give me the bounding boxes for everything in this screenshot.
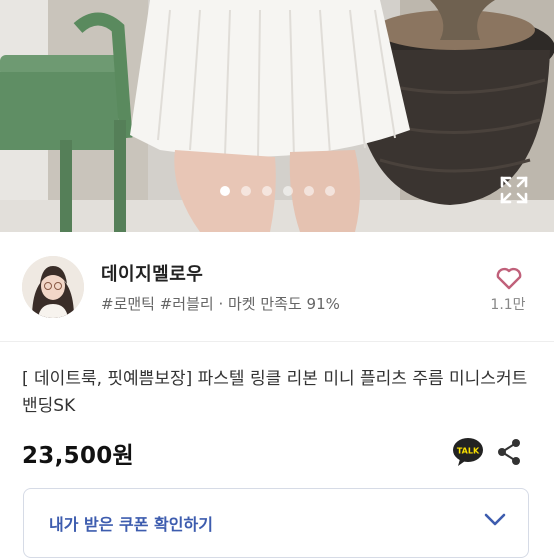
product-image-carousel[interactable] — [0, 0, 554, 232]
divider — [0, 341, 554, 342]
shop-name[interactable]: 데이지멜로우 — [101, 260, 203, 286]
expand-icon[interactable] — [497, 173, 531, 207]
carousel-dot[interactable] — [262, 186, 272, 196]
coupon-check-button[interactable]: 내가 받은 쿠폰 확인하기 — [23, 488, 529, 558]
like-count: 1.1만 — [490, 297, 526, 313]
talk-label: TALK — [457, 447, 480, 456]
shop-avatar[interactable] — [22, 256, 84, 318]
share-icon[interactable] — [496, 438, 522, 466]
product-photo — [0, 0, 554, 232]
kakao-talk-button[interactable]: TALK — [452, 437, 484, 467]
coupon-label: 내가 받은 쿠폰 확인하기 — [49, 515, 213, 534]
shop-tags: #로맨틱 #러블리 · 마켓 만족도 91% — [101, 295, 340, 313]
product-price: 23,500원 — [22, 443, 135, 469]
carousel-dot[interactable] — [325, 186, 335, 196]
chevron-down-icon — [484, 513, 506, 526]
carousel-dot[interactable] — [283, 186, 293, 196]
avatar-image — [22, 256, 84, 318]
carousel-dot[interactable] — [304, 186, 314, 196]
carousel-dot[interactable] — [220, 186, 230, 196]
product-title: [ 데이트룩, 핏예쁨보장] 파스텔 링클 리본 미니 플리츠 주름 미니스커트… — [22, 369, 528, 416]
carousel-dot[interactable] — [241, 186, 251, 196]
